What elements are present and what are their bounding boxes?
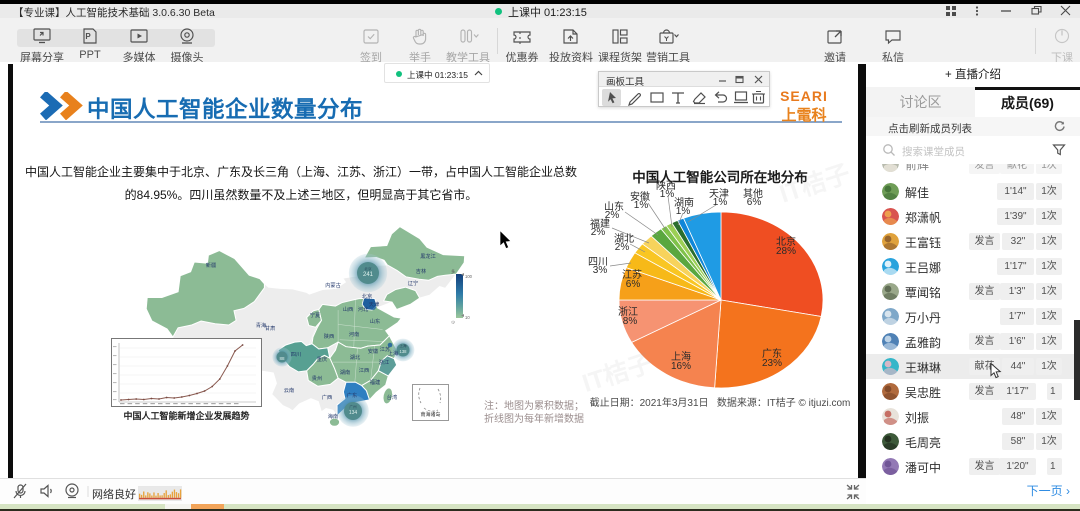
- svg-text:山西: 山西: [343, 305, 353, 313]
- svg-text:138: 138: [400, 349, 408, 354]
- svg-text:贵州: 贵州: [312, 374, 322, 382]
- svg-text:湖北: 湖北: [350, 353, 361, 361]
- svg-text:河南: 河南: [349, 330, 359, 338]
- svg-text:辽宁: 辽宁: [408, 279, 418, 287]
- svg-text:P: P: [85, 32, 91, 41]
- svg-text:湖南: 湖南: [340, 368, 350, 376]
- svg-text:山东: 山东: [370, 317, 380, 325]
- svg-text:甘肃: 甘肃: [265, 324, 275, 332]
- svg-text:多: 多: [451, 268, 455, 275]
- svg-text:上海: 上海: [388, 349, 398, 357]
- svg-text:黑龙江: 黑龙江: [420, 252, 436, 260]
- svg-text:241: 241: [363, 272, 374, 278]
- svg-text:陕西: 陕西: [324, 332, 334, 340]
- svg-text:广西: 广西: [322, 393, 332, 401]
- svg-text:内蒙古: 内蒙古: [325, 281, 341, 289]
- svg-text:100: 100: [465, 274, 473, 279]
- svg-text:广州: 广州: [349, 404, 357, 409]
- svg-text:新疆: 新疆: [206, 261, 216, 269]
- svg-text:北京: 北京: [364, 266, 372, 271]
- svg-text:天津: 天津: [369, 301, 379, 308]
- svg-text:海南: 海南: [328, 412, 338, 420]
- svg-text:重庆: 重庆: [317, 355, 327, 363]
- svg-text:江西: 江西: [359, 367, 369, 374]
- svg-text:云南: 云南: [284, 386, 294, 394]
- svg-text:广东: 广东: [347, 391, 357, 399]
- svg-text:四川: 四川: [291, 351, 301, 358]
- svg-text:安徽: 安徽: [368, 347, 379, 355]
- svg-text:上海: 上海: [399, 343, 407, 348]
- svg-text:北京: 北京: [362, 292, 372, 300]
- svg-text:南海诸岛: 南海诸岛: [420, 411, 440, 418]
- svg-text:河北: 河北: [358, 305, 369, 313]
- svg-text:少: 少: [451, 320, 455, 324]
- svg-text:宁夏: 宁夏: [310, 311, 321, 319]
- svg-text:88: 88: [279, 356, 285, 361]
- svg-text:吉林: 吉林: [416, 267, 427, 275]
- svg-text:浙江: 浙江: [379, 358, 389, 366]
- svg-text:台湾: 台湾: [387, 393, 397, 401]
- svg-text:10: 10: [465, 315, 470, 320]
- svg-text:134: 134: [349, 410, 358, 416]
- svg-text:福建: 福建: [370, 378, 380, 386]
